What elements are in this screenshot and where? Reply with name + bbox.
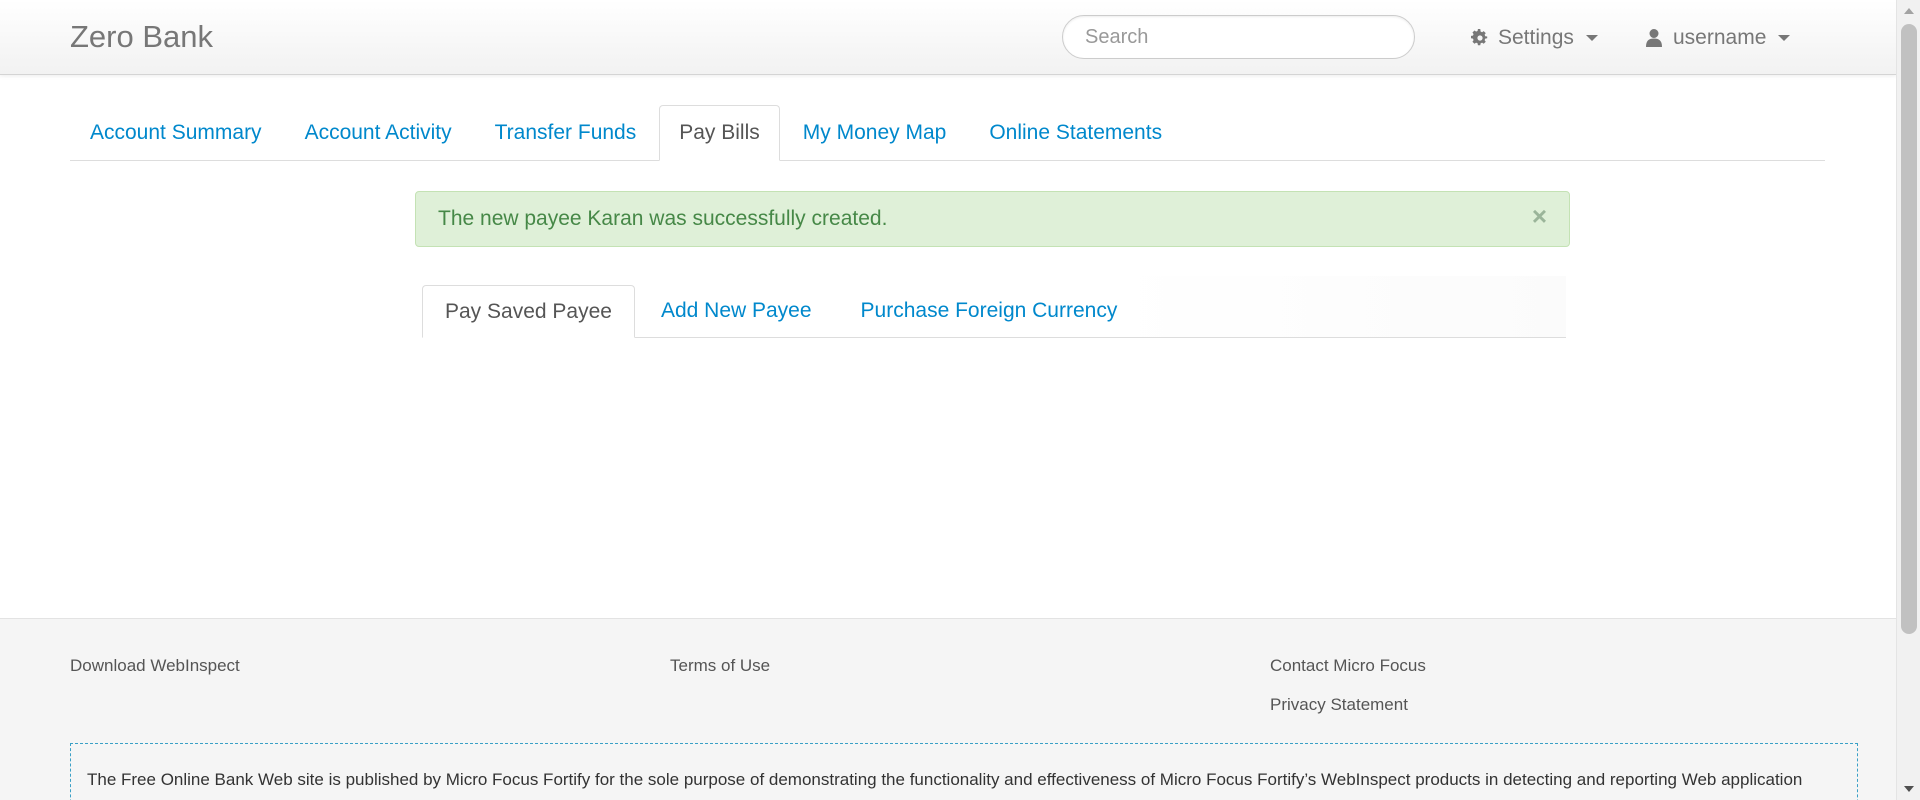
download-webinspect-link[interactable]: Download WebInspect	[70, 656, 240, 676]
pay-bills-subtabs: Pay Saved Payee Add New Payee Purchase F…	[422, 276, 1566, 338]
tab-pay-bills[interactable]: Pay Bills	[659, 105, 780, 161]
tab-account-activity[interactable]: Account Activity	[285, 105, 472, 160]
gear-icon	[1470, 28, 1490, 48]
success-alert: The new payee Karan was successfully cre…	[415, 191, 1570, 247]
disclaimer-text: The Free Online Bank Web site is publish…	[87, 770, 1803, 789]
scrollbar-thumb[interactable]	[1901, 24, 1917, 634]
settings-label: Settings	[1498, 26, 1574, 49]
tab-online-statements[interactable]: Online Statements	[969, 105, 1182, 160]
chevron-down-icon	[1778, 35, 1791, 41]
scroll-down-icon[interactable]	[1904, 786, 1914, 792]
user-dropdown[interactable]: username	[1645, 25, 1791, 51]
tab-purchase-foreign-currency[interactable]: Purchase Foreign Currency	[838, 285, 1141, 337]
user-icon	[1645, 28, 1665, 48]
main-tabs: Account Summary Account Activity Transfe…	[70, 105, 1825, 161]
alert-message: The new payee Karan was successfully cre…	[438, 207, 888, 230]
contact-link[interactable]: Contact Micro Focus	[1270, 656, 1426, 676]
privacy-statement-link[interactable]: Privacy Statement	[1270, 695, 1408, 715]
scroll-up-icon[interactable]	[1904, 8, 1914, 14]
top-navbar: Zero Bank Settings username	[0, 0, 1896, 75]
tab-my-money-map[interactable]: My Money Map	[783, 105, 967, 160]
chevron-down-icon	[1585, 35, 1598, 41]
tab-transfer-funds[interactable]: Transfer Funds	[475, 105, 657, 160]
search-input[interactable]	[1062, 15, 1415, 59]
page-scrollbar[interactable]	[1896, 0, 1920, 800]
close-icon[interactable]: ×	[1532, 203, 1547, 229]
settings-dropdown[interactable]: Settings	[1470, 25, 1598, 51]
brand-logo[interactable]: Zero Bank	[70, 19, 213, 55]
disclaimer-box: The Free Online Bank Web site is publish…	[70, 743, 1858, 800]
user-label: username	[1673, 26, 1767, 49]
terms-of-use-link[interactable]: Terms of Use	[670, 656, 770, 676]
tab-pay-saved-payee[interactable]: Pay Saved Payee	[422, 285, 635, 338]
tab-account-summary[interactable]: Account Summary	[70, 105, 282, 160]
footer: Download WebInspect Terms of Use Contact…	[0, 618, 1896, 800]
tab-add-new-payee[interactable]: Add New Payee	[638, 285, 835, 337]
